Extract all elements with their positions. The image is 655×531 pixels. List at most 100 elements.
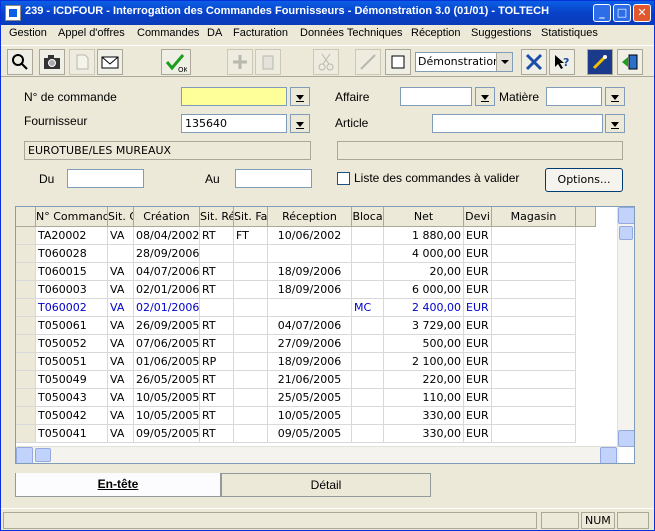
table-row[interactable]: T050049 VA 26/05/2005 RT 21/06/2005 220,00 EUR [16,371,616,389]
column-header[interactable]: Devi [464,207,492,227]
scroll-right-button[interactable] [600,447,617,463]
row-selector[interactable] [16,335,36,353]
exit-icon [622,54,638,70]
table-cell: T050052 [36,335,108,353]
column-header[interactable]: Net [384,207,464,227]
minimize-button[interactable]: _ [593,4,611,22]
cut-button[interactable] [313,49,339,75]
date-from-input[interactable] [67,169,144,188]
close-button[interactable]: ✕ [633,4,651,22]
edit-button[interactable] [355,49,381,75]
column-header[interactable]: Bloca [352,207,384,227]
vertical-scroll-thumb[interactable] [619,226,633,240]
search-button[interactable] [7,49,33,75]
article-dropdown[interactable] [605,114,625,133]
validate-checkbox[interactable] [337,172,350,185]
menu-da[interactable]: DA [207,27,222,39]
menu-appel-offres[interactable]: Appel d'offres [58,27,125,39]
affaire-input[interactable] [400,87,472,106]
column-header[interactable]: Réception [268,207,352,227]
matiere-dropdown[interactable] [605,87,625,106]
row-selector[interactable] [16,353,36,371]
help-button[interactable]: ? [549,49,575,75]
order-number-input[interactable] [181,87,287,106]
exit-button[interactable] [617,49,643,75]
row-selector[interactable] [16,245,36,263]
menu-suggestions[interactable]: Suggestions [471,27,532,39]
row-selector[interactable] [16,425,36,443]
blank-button[interactable] [385,49,411,75]
matiere-input[interactable] [546,87,602,106]
row-selector[interactable] [16,227,36,245]
company-select[interactable]: Démonstration 3 [415,52,513,72]
table-row[interactable]: T060003 VA 02/01/2006 RT 18/09/2006 6 000,00 E… [16,281,616,299]
scroll-left-button[interactable] [16,447,33,463]
table-row[interactable]: T050061 VA 26/09/2005 RT 04/07/2006 3 729,00 E… [16,317,616,335]
article-input[interactable] [432,114,603,133]
table-row[interactable]: T050051 VA 01/06/2005 RP 18/09/2006 2 100,00 E… [16,353,616,371]
menu-reception[interactable]: Réception [411,27,461,39]
table-cell [352,281,384,299]
table-cell: VA [108,389,134,407]
row-selector[interactable] [16,263,36,281]
tab-detail[interactable]: Détail [221,473,431,497]
camera-button[interactable] [39,49,65,75]
column-header[interactable] [16,207,36,227]
menu-facturation[interactable]: Facturation [233,27,288,39]
horizontal-scrollbar[interactable] [16,446,619,463]
vertical-scrollbar[interactable] [617,207,634,447]
affaire-dropdown[interactable] [475,87,495,106]
table-cell: RT [200,407,234,425]
table-row[interactable]: T060028 28/09/2006 4 000,00 EUR [16,245,616,263]
menu-commandes[interactable]: Commandes [137,27,199,39]
column-header[interactable] [576,207,596,227]
scroll-up-button[interactable] [618,207,634,224]
delete-button[interactable] [255,49,281,75]
orders-grid[interactable]: N° CommandeSit. CCréationSit. RéSit. FaR… [15,206,635,464]
table-row[interactable]: T050043 VA 10/05/2005 RT 25/05/2005 110,00 EUR [16,389,616,407]
table-cell: VA [108,281,134,299]
chevron-down-icon[interactable] [496,53,512,71]
row-selector[interactable] [16,299,36,317]
supplier-input[interactable]: 135640 [181,114,287,133]
page-icon [76,54,89,70]
row-selector[interactable] [16,371,36,389]
menu-gestion[interactable]: Gestion [9,27,47,39]
table-row[interactable]: T050042 VA 10/05/2005 RT 10/05/2005 330,00 EUR [16,407,616,425]
supplier-dropdown[interactable] [290,114,310,133]
row-selector[interactable] [16,389,36,407]
mail-button[interactable] [97,49,123,75]
table-row[interactable]: T050041 VA 09/05/2005 RT 09/05/2005 330,00 EUR [16,425,616,443]
title-bar[interactable]: 239 - ICDFOUR - Interrogation des Comman… [1,1,654,25]
order-number-dropdown[interactable] [290,87,310,106]
column-header[interactable]: N° Commande [36,207,108,227]
menu-donnees-techniques[interactable]: Données Techniques [300,27,403,39]
wand-button[interactable] [587,49,613,75]
table-row[interactable]: TA20002 VA 08/04/2002 RT FT 10/06/2002 1 880,0… [16,227,616,245]
column-header[interactable]: Sit. Fa [234,207,268,227]
menu-statistiques[interactable]: Statistiques [541,27,598,39]
column-header[interactable]: Création [134,207,200,227]
table-row[interactable]: T060002 VA 02/01/2006 MC 2 400,00 EUR [16,299,616,317]
horizontal-scroll-thumb[interactable] [35,448,51,462]
page-button[interactable] [69,49,95,75]
options-button[interactable]: Options... [545,168,623,192]
row-selector[interactable] [16,317,36,335]
table-row[interactable]: T060015 VA 04/07/2006 RT 18/09/2006 20,00 EUR [16,263,616,281]
row-selector[interactable] [16,407,36,425]
scroll-down-button[interactable] [618,430,634,447]
app-icon[interactable] [5,5,21,21]
add-button[interactable] [227,49,253,75]
date-to-input[interactable] [235,169,312,188]
tab-en-tete[interactable]: En-tête [15,473,221,497]
ok-button[interactable]: OK [161,49,191,75]
tools-button[interactable] [521,49,547,75]
maximize-button[interactable]: □ [613,4,631,22]
row-selector[interactable] [16,281,36,299]
column-header[interactable]: Sit. Ré [200,207,234,227]
table-cell: 02/01/2006 [134,299,200,317]
column-header[interactable]: Magasin [492,207,576,227]
table-cell: T050043 [36,389,108,407]
table-row[interactable]: T050052 VA 07/06/2005 RT 27/09/2006 500,00 EUR [16,335,616,353]
column-header[interactable]: Sit. C [108,207,134,227]
